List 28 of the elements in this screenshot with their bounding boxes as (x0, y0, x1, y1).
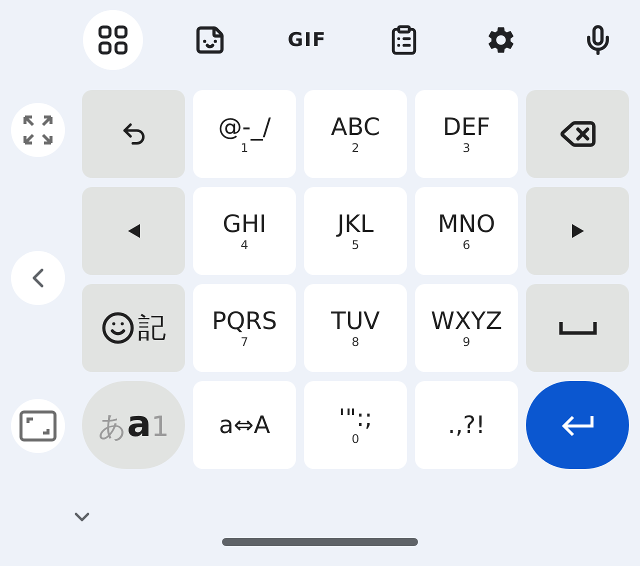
enter-icon (560, 413, 594, 437)
key[interactable]: ABC 2 (304, 90, 407, 178)
key[interactable]: a⇔A (193, 381, 296, 469)
key[interactable]: JKL 5 (304, 187, 407, 275)
input-mode-key[interactable]: あa1 (82, 381, 185, 469)
key[interactable]: GHI 4 (193, 187, 296, 275)
key[interactable]: WXYZ 9 (415, 284, 518, 372)
symbol-label: 記 (138, 310, 166, 346)
key[interactable]: DEF 3 (415, 90, 518, 178)
backspace-key[interactable] (526, 90, 629, 178)
gif-button[interactable]: GIF (277, 10, 337, 70)
key[interactable]: PQRS 7 (193, 284, 296, 372)
smiley-icon (101, 311, 135, 345)
key[interactable]: MNO 6 (415, 187, 518, 275)
key[interactable]: '":; 0 (304, 381, 407, 469)
resize-icon (19, 410, 57, 442)
apps-grid-icon (98, 25, 128, 55)
right-triangle-icon (570, 223, 584, 239)
key[interactable]: @-_/ 1 (193, 90, 296, 178)
space-icon (558, 321, 596, 335)
left-triangle-icon (126, 223, 140, 239)
emoji-symbol-key[interactable]: 記 (82, 284, 185, 372)
space-key[interactable] (526, 284, 629, 372)
gif-label: GIF (288, 29, 326, 51)
key[interactable]: TUV 8 (304, 284, 407, 372)
key[interactable]: .,?! (415, 381, 518, 469)
sticker-icon (194, 24, 226, 56)
expand-icon (22, 114, 54, 146)
